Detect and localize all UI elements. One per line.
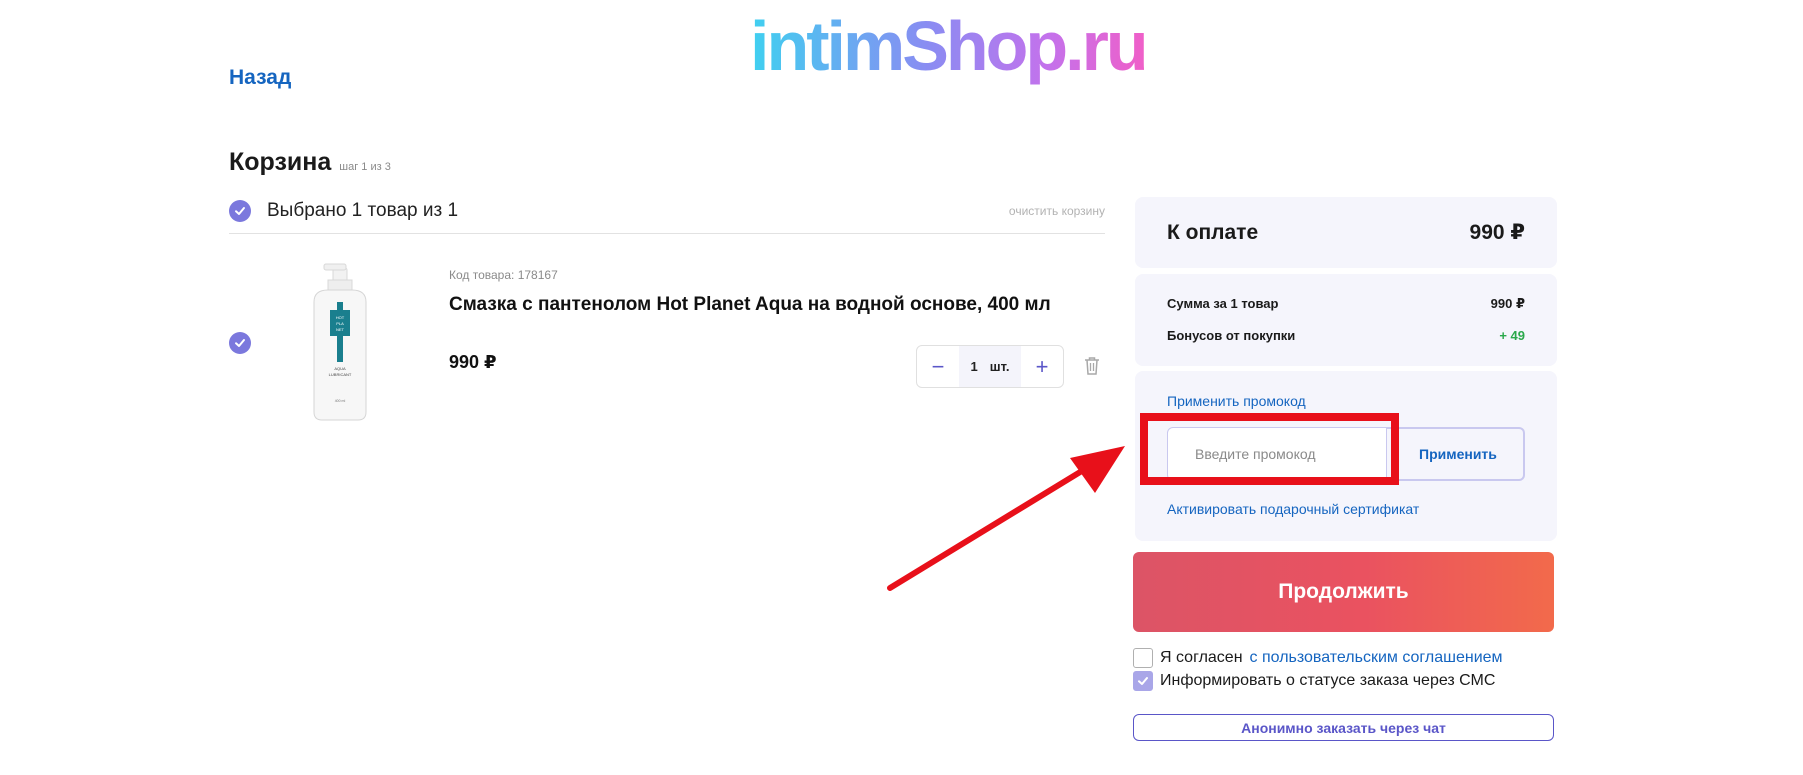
select-all-check-circle-icon[interactable]	[229, 200, 251, 222]
plus-icon: +	[1035, 353, 1049, 379]
product-image[interactable]: HOT PLA NET AQUA LUBRICANT 400 ml	[300, 262, 380, 422]
sms-notify-row: Информировать о статусе заказа через СМС	[1133, 671, 1495, 691]
bonus-label: Бонусов от покупки	[1167, 328, 1296, 343]
back-link[interactable]: Назад	[229, 66, 291, 90]
cart-heading: Корзина шаг 1 из 3	[229, 148, 391, 177]
apply-promo-link[interactable]: Применить промокод	[1167, 393, 1306, 409]
sms-notify-checkbox[interactable]	[1133, 671, 1153, 691]
product-code: Код товара: 178167	[449, 268, 558, 282]
select-all-row: Выбрано 1 товар из 1 очистить корзину	[229, 196, 1105, 234]
svg-text:LUBRICANT: LUBRICANT	[329, 372, 352, 377]
product-price: 990 ₽	[449, 352, 497, 372]
agreement-checkbox[interactable]	[1133, 648, 1153, 668]
order-summary-panel: Сумма за 1 товар 990 ₽ Бонусов от покупк…	[1135, 274, 1557, 366]
site-logo[interactable]: intimShop.ru	[748, 7, 1149, 90]
selected-count-label: Выбрано 1 товар из 1	[267, 200, 459, 221]
order-total-panel: К оплате 990 ₽	[1135, 197, 1557, 268]
gift-certificate-link[interactable]: Активировать подарочный сертификат	[1167, 501, 1419, 517]
decrease-button[interactable]: −	[917, 346, 959, 387]
total-value: 990 ₽	[1469, 221, 1525, 244]
quantity-display: 1 шт.	[959, 346, 1021, 387]
svg-text:AQUA: AQUA	[334, 366, 346, 371]
product-name-link[interactable]: Смазка с пантенолом Hot Planet Aqua на в…	[449, 294, 1051, 316]
logo-text: intimShop.ru	[750, 7, 1146, 85]
step-indicator: шаг 1 из 3	[339, 161, 391, 173]
user-agreement-link[interactable]: с пользовательским соглашением	[1250, 649, 1503, 667]
minus-icon: −	[931, 353, 945, 379]
trash-icon[interactable]	[1084, 356, 1100, 375]
sms-notify-text: Информировать о статусе заказа через СМС	[1160, 672, 1496, 689]
quantity-unit: шт.	[989, 359, 1010, 374]
highlight-annotation	[1140, 413, 1399, 485]
item-check-circle-icon[interactable]	[229, 332, 251, 354]
svg-text:400 ml: 400 ml	[335, 399, 346, 403]
bonus-row: Бонусов от покупки + 49	[1167, 328, 1525, 343]
svg-text:HOT: HOT	[336, 315, 345, 320]
anonymous-chat-order-button[interactable]: Анонимно заказать через чат	[1133, 714, 1554, 741]
checkmark-icon	[1138, 677, 1148, 685]
quantity-value: 1	[970, 359, 978, 374]
total-label: К оплате	[1167, 220, 1259, 244]
agreement-text: Я согласен	[1160, 649, 1243, 666]
arrow-annotation-icon	[880, 438, 1130, 598]
continue-button[interactable]: Продолжить	[1133, 552, 1554, 632]
sum-value: 990 ₽	[1490, 296, 1525, 311]
sum-label: Сумма за 1 товар	[1167, 296, 1279, 311]
agreement-row: Я согласен с пользовательским соглашение…	[1133, 648, 1503, 668]
bonus-value: + 49	[1499, 328, 1525, 343]
svg-text:PLA: PLA	[336, 321, 344, 326]
increase-button[interactable]: +	[1021, 346, 1063, 387]
sum-row: Сумма за 1 товар 990 ₽	[1167, 296, 1525, 312]
clear-cart-link[interactable]: очистить корзину	[1009, 196, 1105, 226]
quantity-stepper: − 1 шт. +	[916, 345, 1064, 388]
page-title: Корзина	[229, 148, 332, 176]
apply-promo-button[interactable]: Применить	[1387, 427, 1525, 481]
svg-text:NET: NET	[336, 327, 345, 332]
